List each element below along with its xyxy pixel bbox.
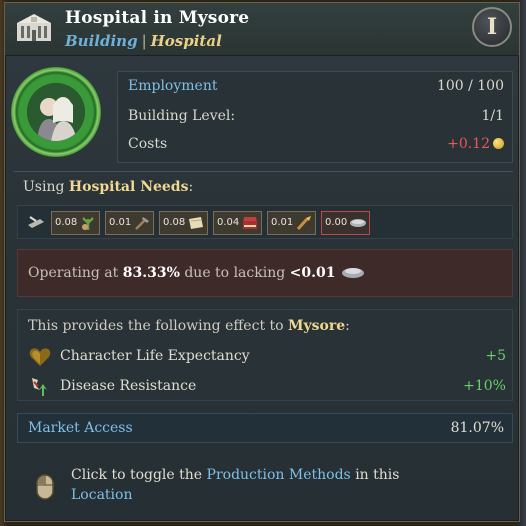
- effects-heading-prefix: This provides the following effect to: [28, 318, 284, 334]
- need-chip-cloth[interactable]: 0.08: [159, 211, 208, 235]
- employment-value: 100 / 100: [436, 78, 504, 94]
- info-button[interactable]: I: [472, 7, 512, 47]
- need-amount: 0.04: [217, 217, 240, 228]
- supply-arrow-icon: [28, 216, 44, 228]
- operating-warning-box: Operating at 83.33% due to lacking <0.01: [17, 249, 513, 297]
- effect-value: +5: [485, 348, 506, 364]
- lacking-amount: <0.01: [289, 265, 336, 281]
- doctors-portrait-icon: [27, 83, 85, 141]
- mouse-click-icon: [36, 474, 54, 500]
- operating-warning-text: Operating at 83.33% due to lacking <0.01: [28, 265, 366, 281]
- location-link[interactable]: Location: [71, 487, 132, 503]
- production-methods-link[interactable]: Production Methods: [207, 467, 351, 483]
- metal-icon: [341, 268, 364, 278]
- disease-resistance-icon: [32, 378, 47, 396]
- effect-row-life-expectancy: Character Life Expectancy +5: [28, 346, 506, 368]
- needs-goods-row: 0.08 0.01 0.08 0.04 0.01 0.00: [17, 205, 513, 239]
- need-chip-herb[interactable]: 0.08: [51, 211, 100, 235]
- metal-icon: [350, 219, 366, 227]
- effect-label: Disease Resistance: [60, 378, 197, 394]
- effects-location-name[interactable]: Mysore: [288, 318, 345, 334]
- brush-icon: [296, 216, 311, 231]
- tooltip-header: Hospital in Mysore Building | Hospital I: [5, 3, 519, 56]
- effect-label: Character Life Expectancy: [60, 348, 250, 364]
- need-amount: 0.01: [109, 217, 132, 228]
- need-chip-books[interactable]: 0.04: [213, 211, 262, 235]
- costs-label: Costs: [128, 136, 168, 152]
- section-divider: [13, 171, 513, 172]
- herb-icon: [82, 217, 94, 230]
- employment-row: Employment 100 / 100: [128, 78, 504, 100]
- hint-prefix: Click to toggle the: [71, 467, 203, 483]
- hint-suffix: in this: [355, 467, 400, 483]
- subtitle-building-link[interactable]: Building: [65, 32, 138, 50]
- production-methods-hint: Click to toggle the Production Methods i…: [71, 465, 411, 505]
- using-needs-line: Using Hospital Needs:: [23, 179, 193, 195]
- costs-amount: +0.12: [447, 136, 490, 152]
- effect-value: +10%: [463, 378, 506, 394]
- market-access-value: 81.07%: [450, 420, 504, 436]
- need-amount: 0.08: [163, 217, 186, 228]
- building-level-label: Building Level:: [128, 108, 236, 124]
- need-chip-tools[interactable]: 0.01: [105, 211, 154, 235]
- building-level-row: Building Level: 1/1: [128, 108, 504, 130]
- stats-box: Employment 100 / 100 Building Level: 1/1…: [117, 71, 513, 163]
- building-tooltip-panel: Hospital in Mysore Building | Hospital I E…: [4, 2, 520, 522]
- warning-middle: due to lacking: [184, 265, 286, 281]
- using-prefix: Using: [23, 179, 65, 195]
- coin-icon: [493, 138, 504, 149]
- need-amount: 0.00: [325, 217, 348, 228]
- subtitle-building-type: Hospital: [150, 32, 222, 50]
- page-title: Hospital in Mysore: [65, 8, 250, 28]
- need-chip-metal[interactable]: 0.00: [321, 211, 370, 235]
- operating-percent: 83.33%: [122, 265, 180, 281]
- costs-value: +0.12: [447, 136, 504, 152]
- books-icon: [243, 217, 257, 229]
- heart-icon: [29, 348, 51, 366]
- effect-row-disease-resistance: Disease Resistance +10%: [28, 376, 506, 398]
- need-amount: 0.01: [271, 217, 294, 228]
- subtitle: Building | Hospital: [65, 32, 222, 50]
- warning-prefix: Operating at: [28, 265, 119, 281]
- costs-row: Costs +0.12: [128, 136, 504, 158]
- building-level-value: 1/1: [481, 108, 504, 124]
- tools-icon: [135, 217, 149, 230]
- location-effects-box: This provides the following effect to My…: [17, 309, 513, 401]
- market-access-label[interactable]: Market Access: [28, 420, 133, 436]
- market-access-row: Market Access 81.07%: [17, 413, 513, 443]
- effects-heading: This provides the following effect to My…: [28, 318, 350, 334]
- need-amount: 0.08: [55, 217, 78, 228]
- cloth-icon: [189, 217, 203, 229]
- effects-heading-colon: :: [345, 318, 350, 334]
- subtitle-separator: |: [141, 32, 147, 50]
- building-icon: [17, 14, 51, 41]
- need-chip-brush[interactable]: 0.01: [267, 211, 316, 235]
- needs-name: Hospital Needs: [68, 179, 189, 195]
- employment-label[interactable]: Employment: [128, 78, 217, 94]
- needs-colon: :: [188, 179, 194, 195]
